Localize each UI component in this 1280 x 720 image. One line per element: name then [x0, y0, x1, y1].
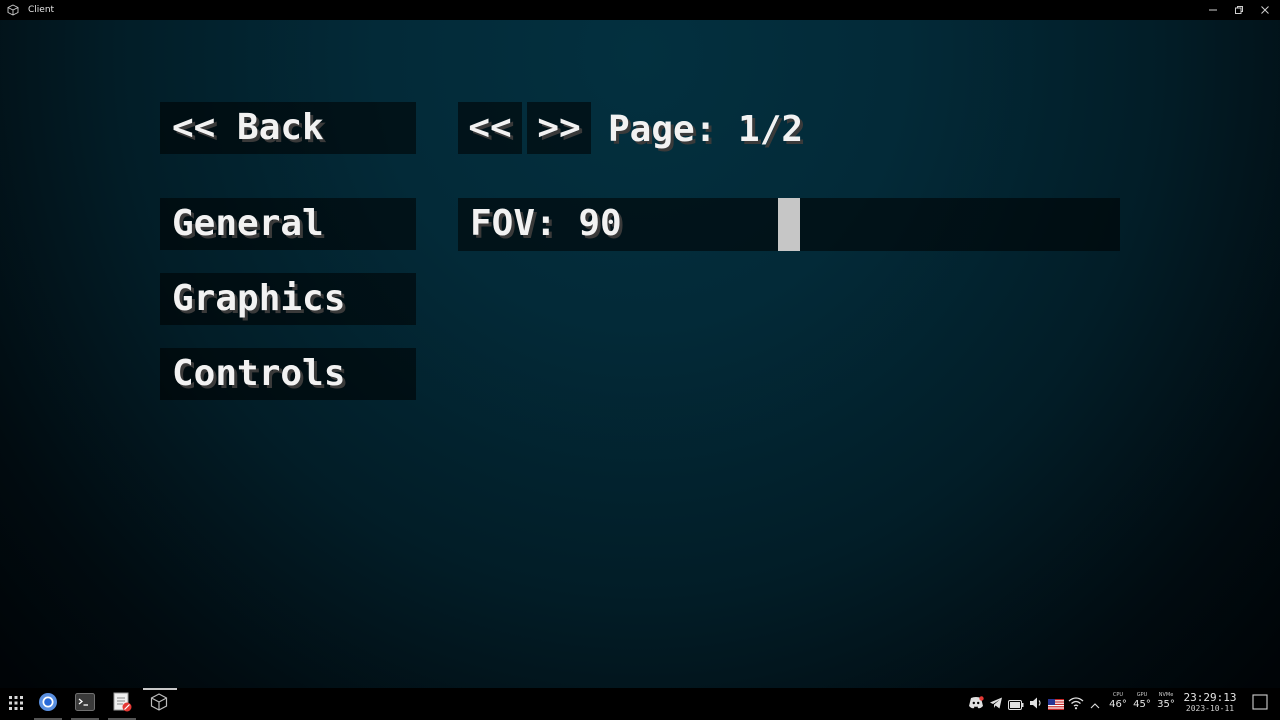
notification-square-icon: [1252, 694, 1268, 714]
fov-slider-handle[interactable]: [778, 198, 800, 251]
nvme-temp-value: 35°: [1157, 699, 1175, 710]
next-page-button[interactable]: >>: [527, 102, 591, 154]
tray-language[interactable]: [1048, 696, 1064, 712]
prev-page-button[interactable]: <<: [458, 102, 522, 154]
fov-slider-label: FOV: 90: [470, 203, 622, 244]
gpu-temp: GPU 45°: [1131, 692, 1153, 711]
category-graphics-button[interactable]: Graphics: [160, 273, 416, 325]
taskbar-chrome[interactable]: [30, 688, 66, 720]
taskbar-terminal[interactable]: [67, 688, 103, 720]
volume-icon: [1029, 695, 1043, 714]
page-indicator: Page: 1/2: [608, 109, 804, 150]
tray-telegram[interactable]: [988, 696, 1004, 712]
notepad-icon: [112, 692, 132, 716]
close-button[interactable]: [1252, 0, 1278, 20]
game-viewport: << Back << >> Page: 1/2 General Graphics…: [0, 20, 1280, 688]
battery-icon: [1008, 695, 1024, 714]
minimize-button[interactable]: [1200, 0, 1226, 20]
category-controls-button[interactable]: Controls: [160, 348, 416, 400]
clock[interactable]: 23:29:13 2023-10-11: [1178, 692, 1242, 714]
restore-icon: [1234, 5, 1244, 15]
tray-volume[interactable]: [1028, 696, 1044, 712]
active-indicator: [143, 688, 177, 690]
minimize-icon: [1208, 5, 1218, 15]
window-title-bar[interactable]: Client: [0, 0, 1280, 20]
show-desktop-button[interactable]: [1248, 688, 1272, 720]
gpu-temp-label: GPU: [1136, 692, 1148, 698]
discord-icon: [968, 695, 984, 714]
tray-discord[interactable]: [968, 695, 984, 714]
fov-slider[interactable]: FOV: 90: [458, 198, 1120, 251]
close-icon: [1260, 5, 1270, 15]
tray-overflow-button[interactable]: [1087, 696, 1103, 712]
chrome-icon: [38, 692, 58, 716]
tray-wifi[interactable]: [1068, 696, 1084, 712]
tray-battery[interactable]: [1008, 696, 1024, 712]
nvme-temp-label: NVMe: [1158, 692, 1174, 698]
window-title: Client: [28, 5, 55, 15]
cube-icon: [7, 4, 19, 16]
clock-date: 2023-10-11: [1185, 704, 1235, 713]
wifi-icon: [1068, 695, 1084, 714]
taskbar-client[interactable]: [141, 688, 177, 720]
cpu-temp: CPU 46°: [1107, 692, 1129, 711]
cpu-temp-value: 46°: [1109, 699, 1127, 710]
chevron-up-icon: [1090, 695, 1100, 714]
us-flag-icon: [1048, 695, 1064, 714]
taskbar-notepad[interactable]: [104, 688, 140, 720]
cpu-temp-label: CPU: [1112, 692, 1124, 698]
terminal-icon: [75, 693, 95, 715]
start-grid-icon: [9, 695, 23, 714]
start-button[interactable]: [2, 688, 30, 720]
nvme-temp: NVMe 35°: [1155, 692, 1177, 711]
category-general-button[interactable]: General: [160, 198, 416, 250]
taskbar: CPU 46° GPU 45° NVMe 35° 23:29:13 2023-1…: [0, 688, 1280, 720]
gpu-temp-value: 45°: [1133, 699, 1151, 710]
cube-app-icon: [149, 692, 169, 716]
telegram-icon: [989, 695, 1003, 714]
clock-time: 23:29:13: [1183, 691, 1237, 704]
back-button[interactable]: << Back: [160, 102, 416, 154]
restore-button[interactable]: [1226, 0, 1252, 20]
